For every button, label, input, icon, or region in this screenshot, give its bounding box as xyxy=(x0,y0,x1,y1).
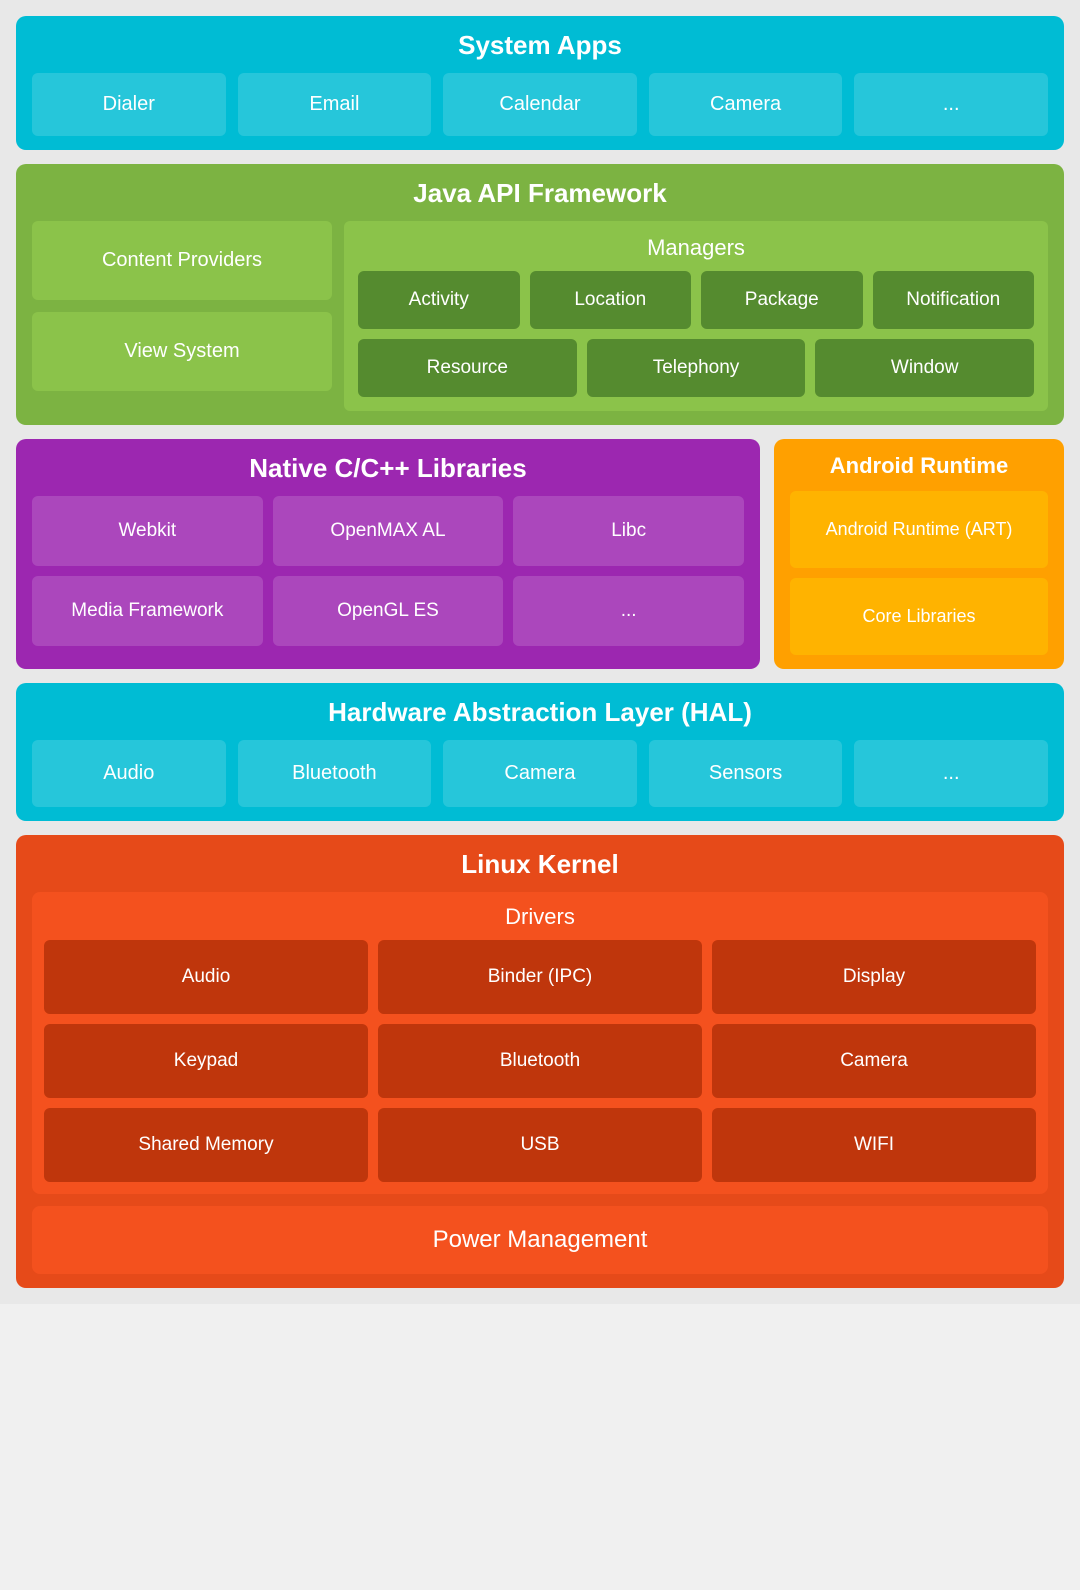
manager-box: Resource xyxy=(358,339,577,397)
java-api-left: Content Providers View System xyxy=(32,221,332,411)
system-app-box: Calendar xyxy=(443,73,637,136)
driver-box: Bluetooth xyxy=(378,1024,702,1098)
hal-box: Sensors xyxy=(649,740,843,807)
linux-kernel-layer: Linux Kernel Drivers AudioBinder (IPC)Di… xyxy=(16,835,1064,1288)
manager-box: Telephony xyxy=(587,339,806,397)
driver-box: Binder (IPC) xyxy=(378,940,702,1014)
hal-layer: Hardware Abstraction Layer (HAL) AudioBl… xyxy=(16,683,1064,821)
native-lib-box: Webkit xyxy=(32,496,263,566)
manager-box: Location xyxy=(530,271,692,329)
hal-box: Camera xyxy=(443,740,637,807)
managers-row-1: ActivityLocationPackageNotification xyxy=(358,271,1034,329)
driver-box: Camera xyxy=(712,1024,1036,1098)
driver-box: WIFI xyxy=(712,1108,1036,1182)
system-apps-title: System Apps xyxy=(32,30,1048,61)
driver-box: USB xyxy=(378,1108,702,1182)
runtime-grid: Android Runtime (ART) Core Libraries xyxy=(790,491,1048,655)
java-api-left-item: View System xyxy=(32,312,332,391)
managers-row-2: ResourceTelephonyWindow xyxy=(358,339,1034,397)
managers-grid: ActivityLocationPackageNotification Reso… xyxy=(358,271,1034,397)
hal-box: Bluetooth xyxy=(238,740,432,807)
java-api-title: Java API Framework xyxy=(32,178,1048,209)
android-runtime-title: Android Runtime xyxy=(790,453,1048,479)
power-management: Power Management xyxy=(32,1206,1048,1274)
native-libs-title: Native C/C++ Libraries xyxy=(32,453,744,484)
drivers-title: Drivers xyxy=(44,904,1036,930)
runtime-box: Android Runtime (ART) xyxy=(790,491,1048,568)
native-libs-layer: Native C/C++ Libraries WebkitOpenMAX ALL… xyxy=(16,439,760,669)
system-app-box: Dialer xyxy=(32,73,226,136)
native-lib-box: OpenGL ES xyxy=(273,576,504,646)
native-grid: WebkitOpenMAX ALLibc Media FrameworkOpenG… xyxy=(32,496,744,646)
native-lib-box: ... xyxy=(513,576,744,646)
driver-box: Keypad xyxy=(44,1024,368,1098)
manager-box: Package xyxy=(701,271,863,329)
system-apps-grid: DialerEmailCalendarCamera... xyxy=(32,73,1048,136)
managers-title: Managers xyxy=(358,235,1034,261)
hal-grid: AudioBluetoothCameraSensors... xyxy=(32,740,1048,807)
java-api-left-item: Content Providers xyxy=(32,221,332,300)
system-app-box: ... xyxy=(854,73,1048,136)
manager-box: Notification xyxy=(873,271,1035,329)
hal-box: ... xyxy=(854,740,1048,807)
java-api-right: Managers ActivityLocationPackageNotifica… xyxy=(344,221,1048,411)
driver-box: Display xyxy=(712,940,1036,1014)
architecture-diagram: System Apps DialerEmailCalendarCamera...… xyxy=(0,0,1080,1304)
java-api-content: Content Providers View System Managers Ac… xyxy=(32,221,1048,411)
system-apps-layer: System Apps DialerEmailCalendarCamera... xyxy=(16,16,1064,150)
driver-box: Shared Memory xyxy=(44,1108,368,1182)
manager-box: Window xyxy=(815,339,1034,397)
native-runtime-row: Native C/C++ Libraries WebkitOpenMAX ALL… xyxy=(16,439,1064,669)
drivers-section: Drivers AudioBinder (IPC)Display KeypadBl… xyxy=(32,892,1048,1194)
system-app-box: Camera xyxy=(649,73,843,136)
native-lib-box: Libc xyxy=(513,496,744,566)
java-api-layer: Java API Framework Content Providers View… xyxy=(16,164,1064,425)
system-app-box: Email xyxy=(238,73,432,136)
native-lib-box: OpenMAX AL xyxy=(273,496,504,566)
hal-box: Audio xyxy=(32,740,226,807)
linux-kernel-title: Linux Kernel xyxy=(32,849,1048,880)
android-runtime-layer: Android Runtime Android Runtime (ART) Cor… xyxy=(774,439,1064,669)
drivers-grid: AudioBinder (IPC)Display KeypadBluetoothC… xyxy=(44,940,1036,1182)
hal-title: Hardware Abstraction Layer (HAL) xyxy=(32,697,1048,728)
driver-box: Audio xyxy=(44,940,368,1014)
runtime-box: Core Libraries xyxy=(790,578,1048,655)
manager-box: Activity xyxy=(358,271,520,329)
native-lib-box: Media Framework xyxy=(32,576,263,646)
